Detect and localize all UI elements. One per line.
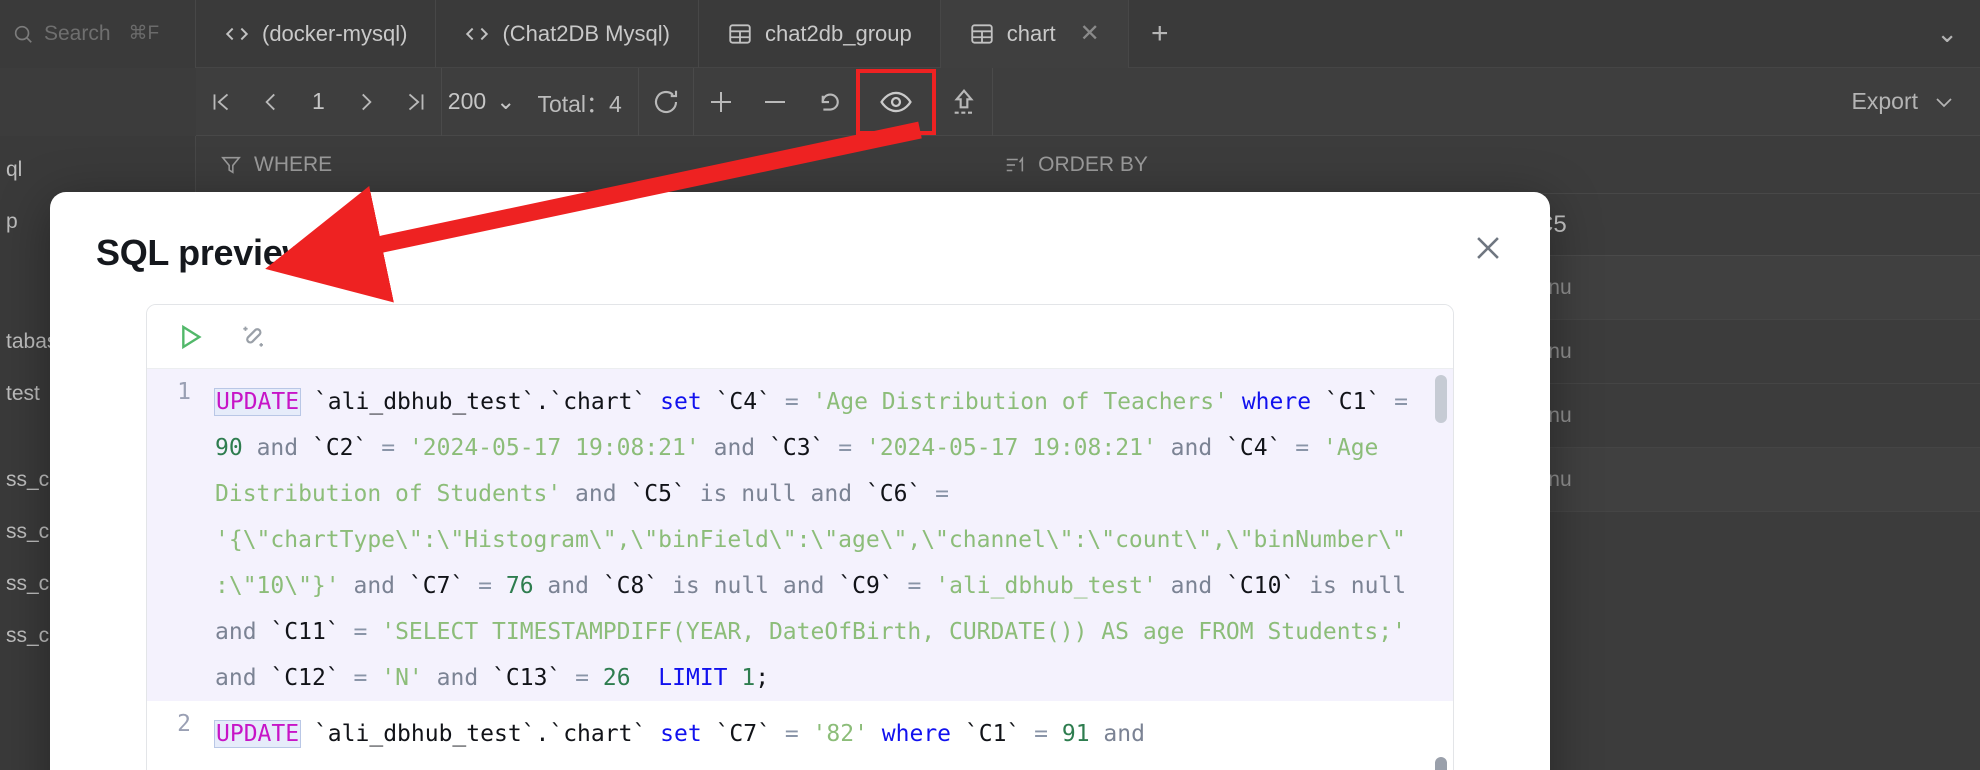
table-icon <box>971 23 993 44</box>
sql-preview-dialog: SQL preview 1 UPDATE `ali_dbhub_test`.`c… <box>50 192 1550 770</box>
export-label: Export <box>1851 88 1918 114</box>
line-number: 1 <box>177 379 191 405</box>
search-icon <box>14 25 32 43</box>
line-number: 2 <box>177 711 191 737</box>
scrollbar-thumb-top[interactable] <box>1435 375 1447 423</box>
where-filter-button[interactable]: WHERE <box>220 153 332 177</box>
page-number-input[interactable]: 1 <box>296 88 341 115</box>
order-by-button[interactable]: ORDER BY <box>1004 153 1148 177</box>
preview-sql-button[interactable] <box>855 68 936 135</box>
format-sql-button[interactable] <box>237 320 271 354</box>
tab-label: chat2db_group <box>764 20 912 46</box>
revert-changes-button[interactable] <box>802 68 856 136</box>
page-size-select[interactable]: 200 ⌄ <box>442 88 522 115</box>
undo-icon <box>821 92 839 111</box>
prev-page-button[interactable] <box>246 68 296 136</box>
tab-chat2db-mysql[interactable]: (Chat2DB Mysql) <box>436 0 699 68</box>
sort-icon <box>1006 155 1024 171</box>
code-statement-1[interactable]: 1 UPDATE `ali_dbhub_test`.`chart` set `C… <box>147 369 1453 701</box>
tab-chart[interactable]: chart ✕ <box>940 0 1129 68</box>
tabs-collapse-button[interactable]: ⌄ <box>1936 18 1980 49</box>
chevron-down-icon <box>1936 97 1952 107</box>
search-label: Search <box>44 21 111 45</box>
where-label: WHERE <box>254 152 333 176</box>
eye-icon <box>880 91 912 112</box>
editor-toolbar <box>147 305 1453 369</box>
close-dialog-button[interactable] <box>1468 228 1508 268</box>
filter-icon <box>221 156 241 174</box>
scrollbar-thumb-bottom[interactable] <box>1435 757 1447 770</box>
sidebar-item[interactable]: ql <box>0 144 195 196</box>
sql-editor-card: 1 UPDATE `ali_dbhub_test`.`chart` set `C… <box>146 304 1454 770</box>
global-search[interactable]: Search ⌘F <box>0 0 196 68</box>
table-icon <box>729 23 751 44</box>
tab-docker-mysql[interactable]: (docker-mysql) <box>196 0 437 68</box>
refresh-icon <box>654 90 677 113</box>
new-tab-button[interactable]: + <box>1129 0 1191 68</box>
add-row-button[interactable] <box>694 68 748 136</box>
top-tab-bar: Search ⌘F (docker-mysql) (Chat2DB Mysql) <box>0 0 1980 68</box>
plus-icon <box>710 91 731 112</box>
delete-row-button[interactable] <box>748 68 802 136</box>
play-icon <box>182 324 202 349</box>
tab-label: (docker-mysql) <box>262 20 408 46</box>
last-page-button[interactable] <box>391 68 441 136</box>
search-shortcut: ⌘F <box>128 23 160 44</box>
sql-code-area[interactable]: 1 UPDATE `ali_dbhub_test`.`chart` set `C… <box>147 369 1453 770</box>
code-icon <box>466 27 489 40</box>
code-icon <box>225 27 249 40</box>
total-count: Total：4 <box>521 85 637 119</box>
first-page-icon <box>213 93 229 110</box>
chevron-right-icon <box>361 93 372 110</box>
upload-icon <box>954 88 974 114</box>
code-scrollbar[interactable] <box>1435 375 1447 770</box>
app-root: Search ⌘F (docker-mysql) (Chat2DB Mysql) <box>0 0 1980 770</box>
grid-toolbar: 1 200 ⌄ Total：4 Export <box>196 67 1980 136</box>
dialog-title: SQL preview <box>96 232 311 273</box>
run-sql-button[interactable] <box>173 320 207 354</box>
magic-wand-icon <box>243 326 263 347</box>
filter-bar: WHERE ORDER BY <box>196 136 1980 194</box>
code-line-1[interactable]: UPDATE `ali_dbhub_test`.`chart` set `C4`… <box>209 369 1453 701</box>
close-icon <box>1477 237 1499 259</box>
tab-label: (Chat2DB Mysql) <box>502 20 670 46</box>
refresh-button[interactable] <box>639 68 693 136</box>
minus-icon <box>764 100 785 103</box>
export-button[interactable]: Export <box>1852 88 1980 115</box>
code-line-2[interactable]: UPDATE `ali_dbhub_test`.`chart` set `C7`… <box>209 701 1453 757</box>
tab-label: chart <box>1006 20 1056 46</box>
order-by-label: ORDER BY <box>1038 152 1148 176</box>
next-page-button[interactable] <box>341 68 391 136</box>
chevron-left-icon <box>265 93 275 110</box>
code-statement-2[interactable]: 2 UPDATE `ali_dbhub_test`.`chart` set `C… <box>147 701 1453 757</box>
chevron-down-icon: ⌄ <box>496 88 516 114</box>
first-page-button[interactable] <box>196 68 246 136</box>
total-label: Total： <box>537 90 610 117</box>
tab-chat2db-group[interactable]: chat2db_group <box>699 0 941 68</box>
total-value: 4 <box>609 90 622 117</box>
toolbar-divider <box>991 67 993 136</box>
commit-changes-button[interactable] <box>936 68 992 136</box>
last-page-icon <box>408 93 424 110</box>
close-icon[interactable]: ✕ <box>1080 21 1100 46</box>
page-size-value: 200 <box>447 88 487 114</box>
